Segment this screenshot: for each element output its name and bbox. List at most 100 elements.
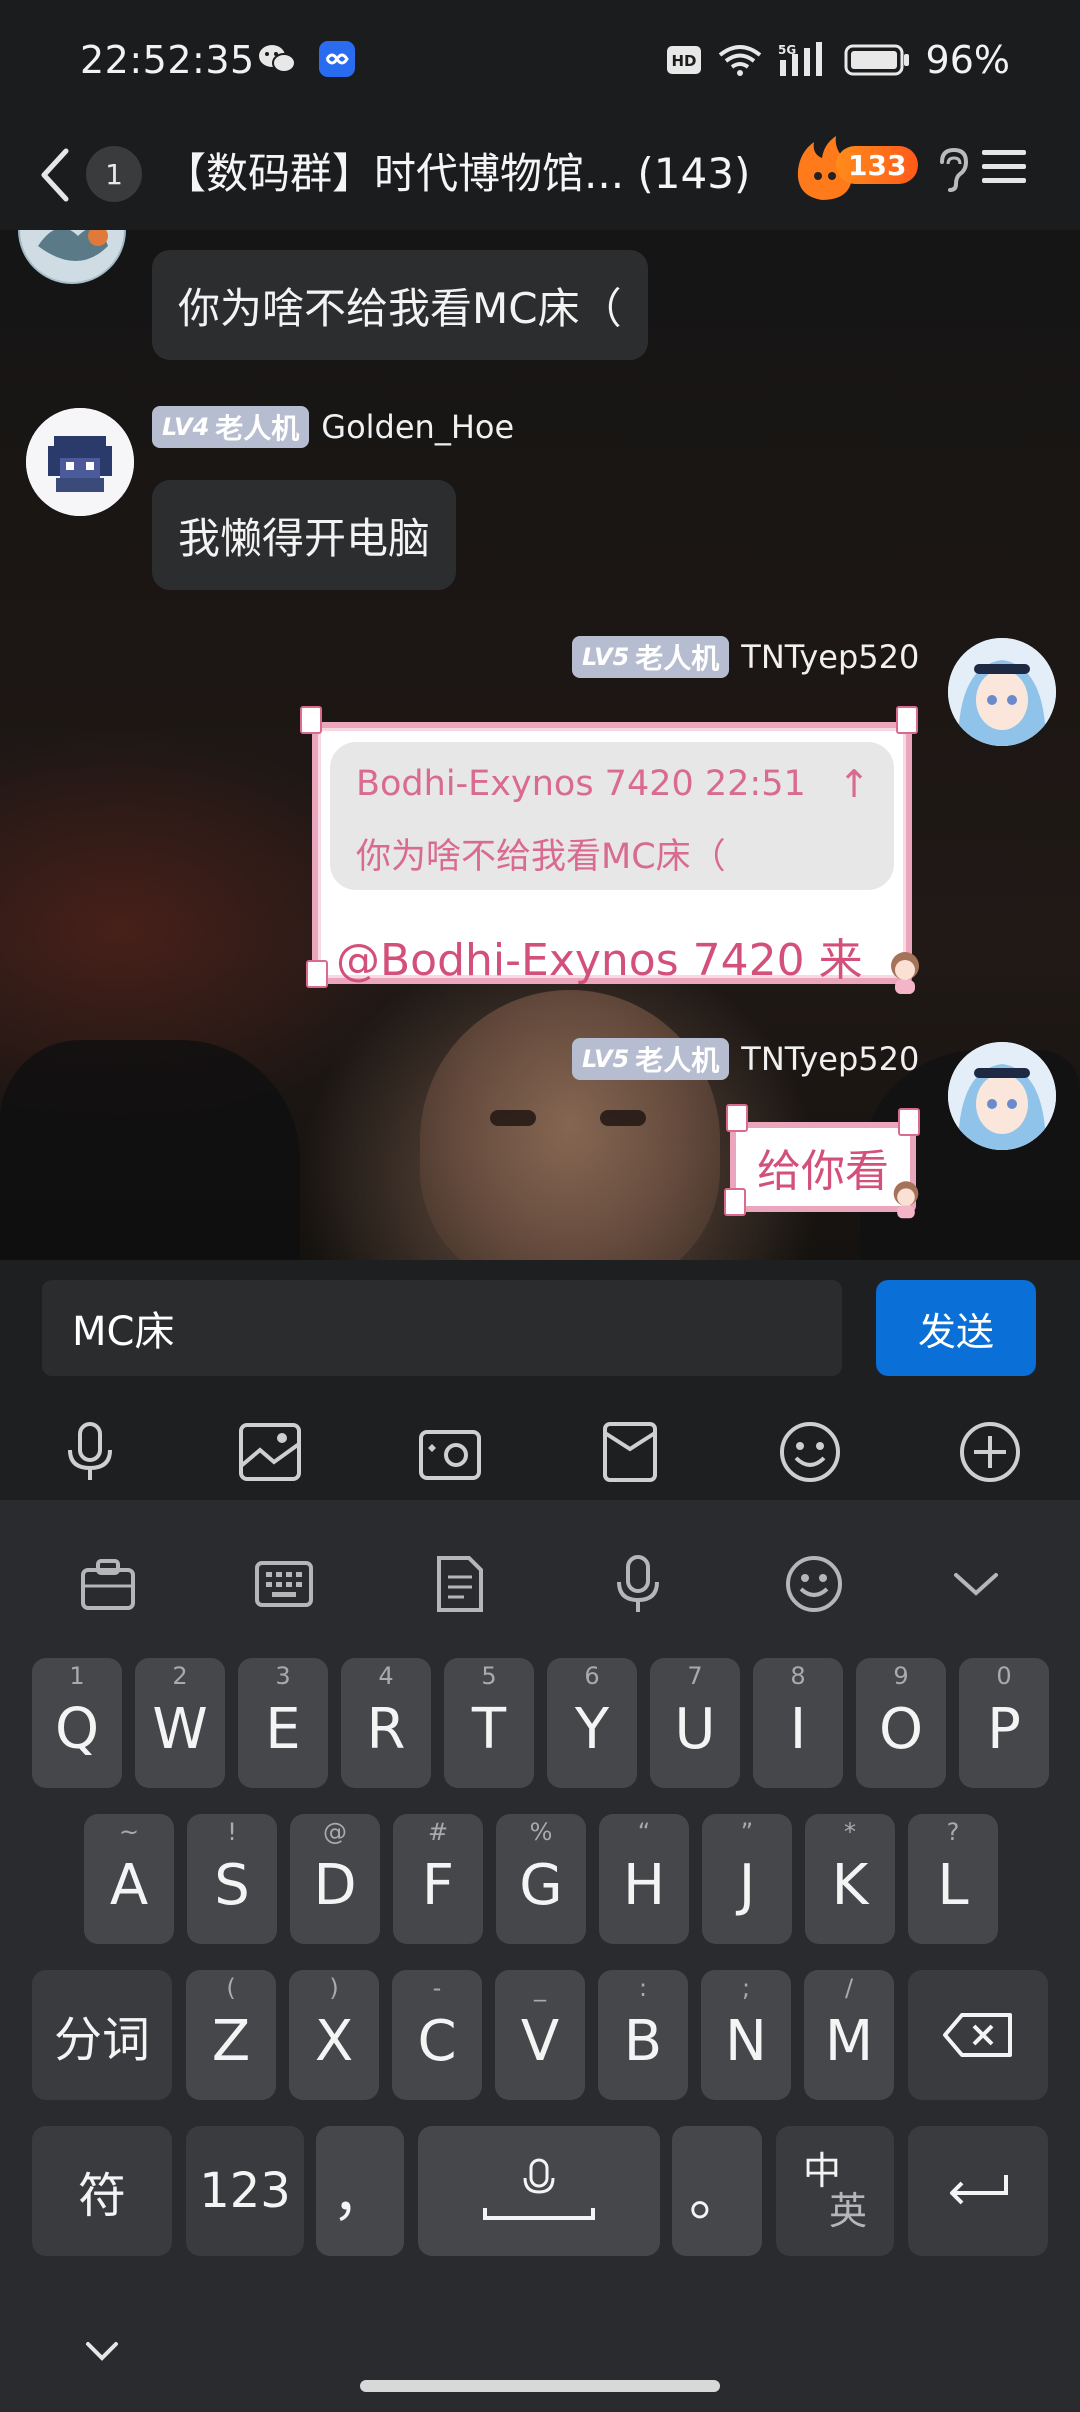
key-i[interactable]: 8I [753, 1658, 843, 1788]
symbols-key[interactable]: 符 [32, 2126, 172, 2256]
ear-icon[interactable] [936, 146, 968, 192]
backspace-key[interactable] [908, 1970, 1048, 2100]
key-hint: ! [227, 1818, 237, 1846]
clipboard-button[interactable] [68, 1544, 148, 1624]
background-face-eye [490, 1110, 536, 1126]
sender-name[interactable]: TNTyep520 [741, 1040, 919, 1078]
bubble-corner-decoration [306, 960, 328, 988]
chat-message-list[interactable]: 你为啥不给我看MC床（ LV4 老人机 Golden_Hoe 我懒得开电脑 LV… [0, 230, 1080, 1260]
gesture-nav-handle[interactable] [360, 2380, 720, 2392]
emoji-button[interactable] [770, 1412, 850, 1492]
numbers-key[interactable]: 123 [186, 2126, 304, 2256]
level-number: LV5 [582, 643, 630, 671]
enter-key[interactable] [908, 2126, 1048, 2256]
key-z[interactable]: (Z [186, 1970, 276, 2100]
key-m[interactable]: / M [804, 1970, 894, 2100]
avatar[interactable] [18, 230, 126, 284]
key-q[interactable]: 1Q [32, 1658, 122, 1788]
space-key[interactable] [418, 2126, 660, 2256]
menu-icon[interactable] [980, 142, 1028, 190]
emoji-icon [786, 1556, 842, 1612]
key-b[interactable]: :B [598, 1970, 688, 2100]
collapse-nav-button[interactable] [84, 2340, 120, 2366]
segment-key[interactable]: 分词 [32, 1970, 172, 2100]
camera-button[interactable] [410, 1412, 490, 1492]
key-label: N [725, 2008, 767, 2074]
avatar[interactable] [948, 1042, 1056, 1150]
key-a[interactable]: ~ A [84, 1814, 174, 1944]
background-face [420, 990, 720, 1260]
key-h[interactable]: “H [599, 1814, 689, 1944]
key-r[interactable]: 4R [341, 1658, 431, 1788]
background-face-eye [600, 1110, 646, 1126]
back-button[interactable]: 1 [36, 132, 146, 218]
hd-icon: HD [666, 46, 701, 74]
voice-button[interactable] [50, 1412, 130, 1492]
key-hint: 1 [69, 1662, 85, 1690]
key-u[interactable]: 7U [650, 1658, 740, 1788]
key-w[interactable]: 2W [135, 1658, 225, 1788]
key-t[interactable]: 5T [444, 1658, 534, 1788]
image-button[interactable] [230, 1412, 310, 1492]
key-y[interactable]: 6Y [547, 1658, 637, 1788]
svg-text:HD: HD [671, 52, 696, 70]
key-p[interactable]: 0P [959, 1658, 1049, 1788]
camera-icon [419, 1430, 481, 1480]
sender-name[interactable]: Golden_Hoe [321, 408, 514, 446]
status-notification-icons [258, 40, 356, 78]
key-hint: 5 [481, 1662, 497, 1690]
key-l[interactable]: ? L [908, 1814, 998, 1944]
cellular-5g-icon: 5G [778, 42, 822, 76]
chibi-sticker-icon [893, 1181, 919, 1219]
key-e[interactable]: 3E [238, 1658, 328, 1788]
keyboard-switch-button[interactable] [244, 1544, 324, 1624]
sender-name[interactable]: TNTyep520 [741, 638, 919, 676]
sender-row: LV5 老人机 TNTyep520 [572, 636, 919, 678]
avatar[interactable] [26, 408, 134, 516]
key-f[interactable]: # F [393, 1814, 483, 1944]
jump-to-quote-arrow-icon[interactable]: ↑ [838, 762, 870, 806]
keyboard-emoji-button[interactable] [774, 1544, 854, 1624]
reply-message-card[interactable]: Bodhi-Exynos 7420 22:51 ↑ 你为啥不给我看MC床（ @B… [312, 722, 912, 986]
segment-key-label: 分词 [53, 2012, 150, 2068]
quoted-message[interactable]: Bodhi-Exynos 7420 22:51 ↑ 你为啥不给我看MC床（ [330, 742, 894, 890]
key-hint: ~ [118, 1818, 140, 1846]
avatar[interactable] [948, 638, 1056, 746]
key-g[interactable]: % G [496, 1814, 586, 1944]
key-label: Z [211, 2008, 251, 2074]
more-button[interactable] [950, 1412, 1030, 1492]
key-label: W [152, 1696, 208, 1762]
microphone-icon [68, 1422, 112, 1480]
key-s[interactable]: ! S [187, 1814, 277, 1944]
key-c[interactable]: -C [392, 1970, 482, 2100]
language-switch-key[interactable]: 中 英 [776, 2126, 894, 2256]
lang-top-label: 中 [802, 2149, 841, 2193]
key-j[interactable]: ” J [702, 1814, 792, 1944]
key-label: R [366, 1696, 406, 1762]
key-label: C [417, 2008, 457, 2074]
comma-key-label: ， [332, 2163, 388, 2229]
message-input[interactable]: MC床 [42, 1280, 842, 1376]
send-button[interactable]: 发送 [876, 1280, 1036, 1376]
key-hint: ; [741, 1974, 751, 2002]
key-label: E [265, 1696, 301, 1762]
red-packet-button[interactable] [590, 1412, 670, 1492]
key-n[interactable]: ; N [701, 1970, 791, 2100]
chat-header: 1 【数码群】时代博物馆... (143) 133 [0, 122, 1080, 230]
key-o[interactable]: 9O [856, 1658, 946, 1788]
level-title: 老人机 [215, 412, 300, 445]
message-bubble[interactable]: 你为啥不给我看MC床（ [152, 250, 648, 360]
period-key[interactable]: 。 [672, 2126, 762, 2256]
group-title[interactable]: 【数码群】时代博物馆... (143) [164, 140, 750, 201]
comma-key[interactable]: ， [316, 2126, 404, 2256]
key-hint: ( [226, 1974, 236, 2002]
message-bubble[interactable]: 我懒得开电脑 [152, 480, 457, 590]
key-k[interactable]: * K [805, 1814, 895, 1944]
notes-button[interactable] [420, 1544, 500, 1624]
key-v[interactable]: _ V [495, 1970, 585, 2100]
hide-keyboard-button[interactable] [936, 1544, 1016, 1624]
voice-input-button[interactable] [598, 1544, 678, 1624]
key-hint: ) [329, 1974, 339, 2002]
key-d[interactable]: @ D [290, 1814, 380, 1944]
key-x[interactable]: ) X [289, 1970, 379, 2100]
